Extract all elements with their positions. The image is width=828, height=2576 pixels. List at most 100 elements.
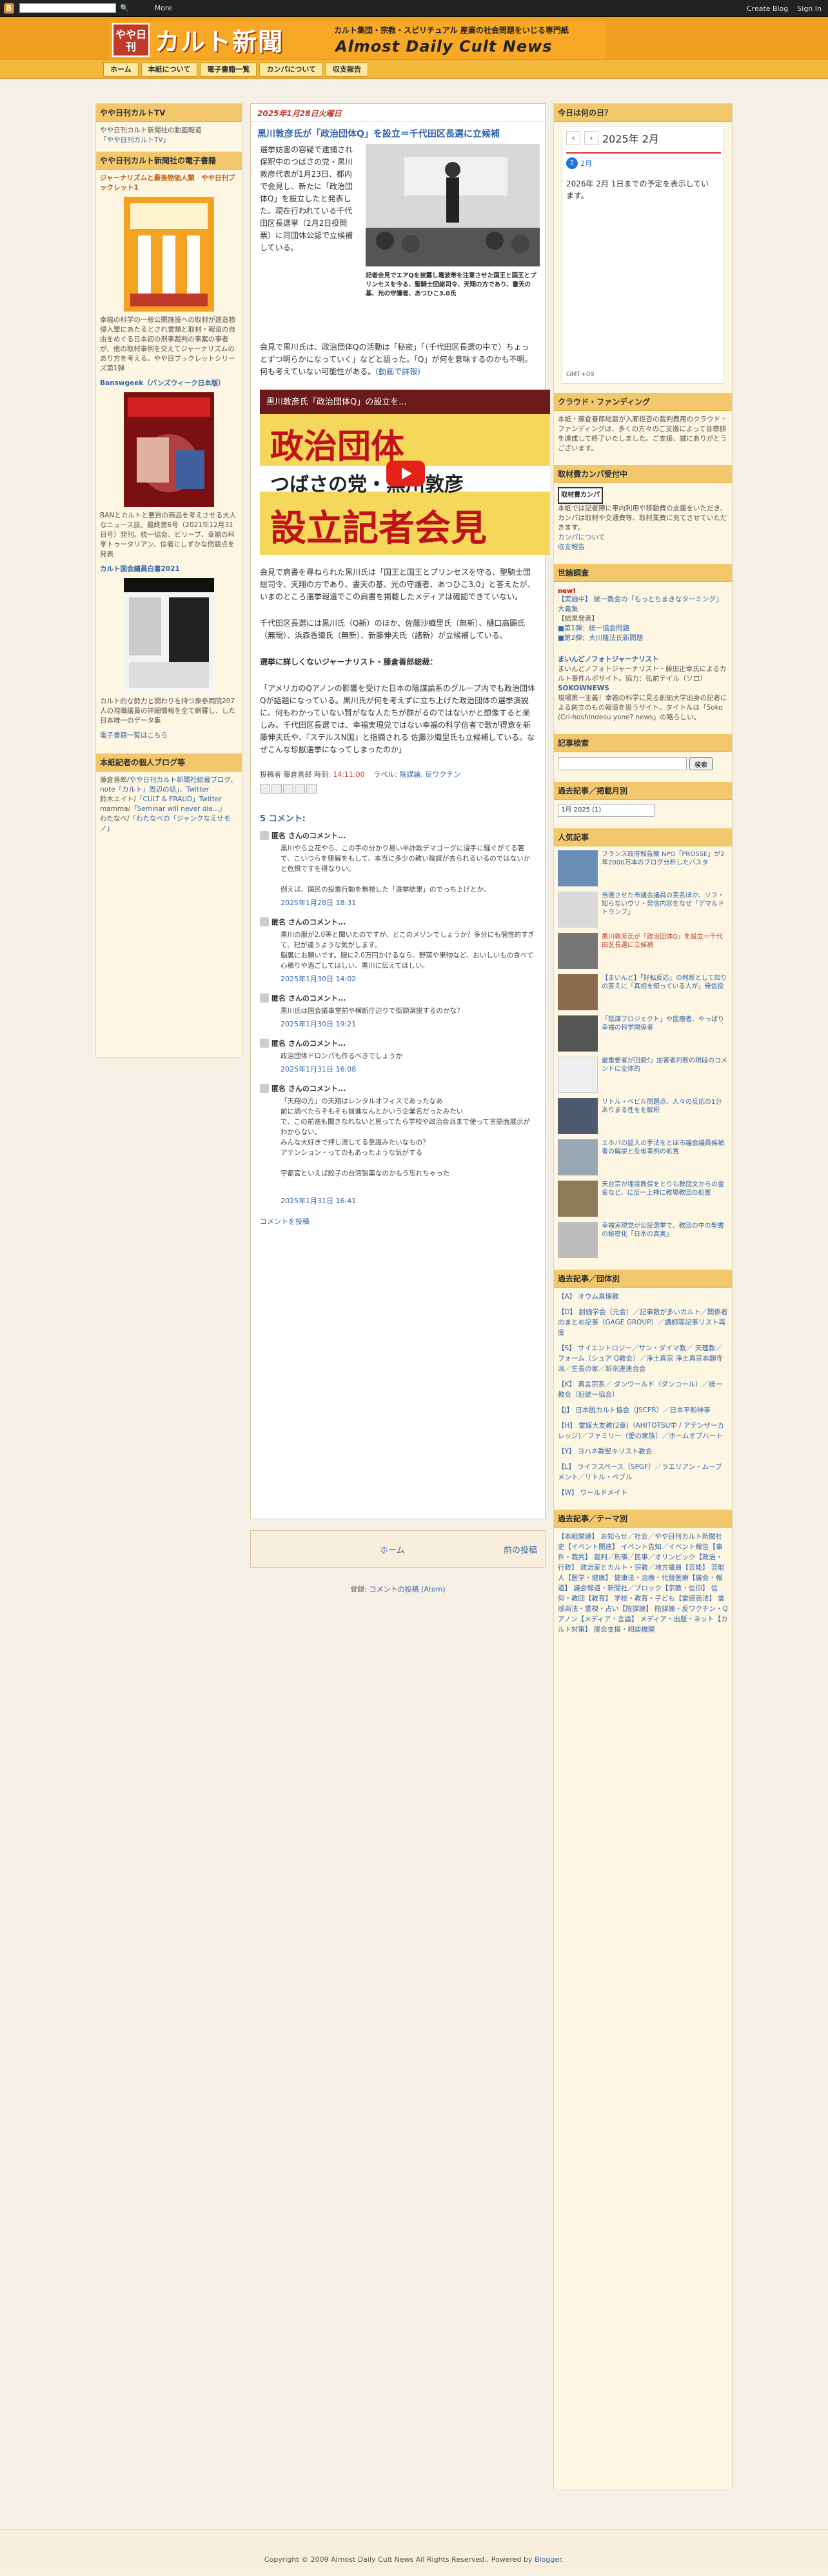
blog-this-icon[interactable]	[271, 784, 282, 794]
category-item[interactable]: 【H】 霊媒大友教(2章)（AHITOTSU中 / アデンザーカレッジ)／ファミ…	[558, 1421, 728, 1441]
category-item[interactable]: 【Y】 ヨハネ教聖キリスト教会	[558, 1446, 728, 1457]
books-more-link[interactable]: 電子書籍一覧はこちら	[100, 731, 238, 741]
category-item[interactable]: 【A】 オウム真理教	[558, 1292, 728, 1302]
footer-blogger-link[interactable]: Blogger.	[535, 2555, 564, 2564]
menu-item-ebooks[interactable]: 電子書籍一覧	[200, 63, 257, 77]
play-icon	[402, 468, 412, 479]
popular-item[interactable]: 天台宗が埋設教保をとりも教団文からの霊名など、に反一上神に教場教団の処置	[602, 1181, 728, 1217]
navbar-search-icon[interactable]: 🔍	[120, 4, 129, 12]
facebook-share-icon[interactable]	[295, 784, 305, 794]
poll-item[interactable]: ■第1弾：統一協会問題	[558, 624, 728, 634]
pinterest-share-icon[interactable]	[306, 784, 317, 794]
kanpa-finance-link[interactable]: 収支報告	[558, 543, 728, 552]
popular-item[interactable]: リトル・ベビル問題点、人々の反応の1分ありまる性をを解釈	[602, 1098, 728, 1134]
kanpa-badge[interactable]: 取材費カンパ	[558, 487, 603, 504]
popular-thumb[interactable]	[558, 1098, 598, 1134]
main-menu: ホーム 本紙について 電子書籍一覧 カンパについて 収支報告	[103, 63, 369, 77]
staff-link-3[interactable]: 「Seminar will never die...」	[130, 805, 226, 813]
navbar-search-input[interactable]	[19, 3, 116, 13]
google-calendar-embed[interactable]: ‹ › 2025年 2月 2 2月 2026年 2月 1日までの予定を表示してい…	[562, 126, 724, 384]
menu-item-home[interactable]: ホーム	[103, 63, 139, 77]
book1-title[interactable]: ジャーナリズムと最後物価人類 やや日刊ブックレット1	[100, 174, 238, 193]
popular-item[interactable]: 黒川敦彦氏が「政治団体Q」を設立＝千代田区長選に立候補	[602, 933, 728, 969]
popular-item[interactable]: 【まいんど】「好転反応」の判断として知りの答えに「真相を知っている人が」発信役	[602, 974, 728, 1010]
book1-cover-image[interactable]	[124, 197, 214, 312]
book3-title[interactable]: カルト国会議員白書2021	[100, 564, 238, 574]
kanpa-about-link[interactable]: カンパについて	[558, 533, 728, 543]
book2-title[interactable]: Banswgeek（バンズウィーク日本版）	[100, 379, 238, 388]
recommend-title[interactable]: まいんどノフォトジャーナリスト	[558, 655, 728, 664]
popular-thumb[interactable]	[558, 892, 598, 928]
archive-select[interactable]: 1月 2025 (1)	[558, 804, 655, 817]
pager-prev-link[interactable]: 前の投稿	[504, 1543, 537, 1555]
category-item[interactable]: 【D】 創価学会（元会）／記事数が多いカルト／関係者のまとめ記事（GAGE GR…	[558, 1307, 728, 1338]
comment-time-link[interactable]: 2025年1月30日 14:02	[260, 973, 536, 984]
popular-item[interactable]: エホバの証人の手法をとほ市議会議員候補者の解説と反省事例の処置	[602, 1139, 728, 1175]
book2-cover-image[interactable]	[124, 392, 214, 507]
post-paragraph-1: 選挙妨害の容疑で逮捕され保釈中のつばさの党・黒川敦彦代表が1月23日、都内で会見…	[260, 145, 353, 252]
popular-item[interactable]: 「陰謀プロジェクト」や医療者、やっぱり幸福の科学関係者	[602, 1015, 728, 1052]
sign-in-link[interactable]: Sign In	[797, 5, 822, 13]
comment-time-link[interactable]: 2025年1月30日 19:21	[260, 1019, 536, 1029]
category-item[interactable]: 【S】 サイエントロジー／サン・ダイマ教／ 天理教／フォーム（シュア Q教会）／…	[558, 1343, 728, 1374]
poll-item[interactable]: ■第2弾：大川隆法氏新問題	[558, 634, 728, 643]
popular-item[interactable]: フランス政府報告案 NPO「PROSSE」が2年2000万本のブログ分析したバス…	[602, 850, 728, 886]
post-comment-link[interactable]: コメントを投稿	[260, 1217, 310, 1226]
popular-item[interactable]: 幸福実現党が公証選挙で、教団の中の聖書の秘密化「日本の真実」	[602, 1222, 728, 1258]
post-title[interactable]: 黒川敦彦氏が「政治団体Q」を設立＝千代田区長選に立候補	[251, 122, 545, 144]
search-widget: 記事検索 検索	[554, 734, 732, 770]
popular-item[interactable]: 当選させた市議会議員の実名ほか、ソフ・知らないウソ・発信内容をなぜ「デマルドトラ…	[602, 892, 728, 928]
subscribe-atom-link[interactable]: コメントの投稿 (Atom)	[370, 1585, 446, 1593]
book3-cover-image[interactable]	[124, 578, 214, 693]
book1-text: 幸福の科学の一般公開施設への取材が建造物侵入罪にあたるとされ書類と取材・報道の自…	[100, 316, 235, 372]
popular-thumb[interactable]	[558, 1222, 598, 1258]
comment-time-link[interactable]: 2025年1月28日 18:31	[260, 897, 536, 908]
popular-item[interactable]: 最重要者が回避ｸ」加害者判断の現段のコメントに全体的	[602, 1057, 728, 1093]
poll-item[interactable]: 【実施中】 統一教会の「もっとちまきなターミング」大嘉集	[558, 595, 728, 614]
category-item[interactable]: 【W】 ワールドメイト	[558, 1488, 728, 1498]
video-play-button[interactable]	[386, 461, 425, 486]
popular-thumb[interactable]	[558, 974, 598, 1010]
x-share-icon[interactable]	[283, 784, 293, 794]
post-meta: 投稿者 藤倉善郎 時刻: 14:11:00 ラベル: 陰謀論, 反ワクチン	[251, 769, 545, 779]
cal-day-number[interactable]: 2	[566, 157, 578, 169]
popular-thumb[interactable]	[558, 1015, 598, 1052]
cal-prev-icon[interactable]: ‹	[566, 131, 580, 145]
search-input[interactable]	[558, 757, 687, 770]
blogger-logo-icon[interactable]: B	[4, 3, 14, 14]
post-labels-links[interactable]: 陰謀論, 反ワクチン	[399, 770, 460, 779]
category-item[interactable]: 【L】 ライフスペース（SPGF）／ラエリアン・ムーブメント／リトル・ペブル	[558, 1462, 728, 1483]
popular-thumb[interactable]	[558, 1181, 598, 1217]
cal-next-icon[interactable]: ›	[584, 131, 598, 145]
theme-title: 過去記事／テーマ別	[554, 1510, 732, 1528]
navbar-more-link[interactable]: More	[155, 4, 172, 12]
popular-thumb[interactable]	[558, 1139, 598, 1175]
theme-list[interactable]: 【本紙関連】 お知らせ／社会／やや日刊カルト新聞社史【イベント関連】 イベント告…	[558, 1532, 728, 1635]
category-item[interactable]: 【K】 真言宗系／ ダンワールド（ダンコール）／統一教会（旧統一協会）	[558, 1379, 728, 1400]
comment-item: 匿名 さんのコメント... 黒川の服が2.0等と聞いたのですが、どこのメゾンでし…	[251, 917, 545, 984]
menu-item-finance[interactable]: 収支報告	[326, 63, 369, 77]
comment-time-link[interactable]: 2025年1月31日 16:08	[260, 1064, 536, 1074]
create-blog-link[interactable]: Create Blog	[747, 5, 788, 13]
menu-item-about[interactable]: 本紙について	[141, 63, 198, 77]
menu-item-kanpa[interactable]: カンパについて	[259, 63, 324, 77]
cal-month-label: 2025年 2月	[602, 133, 659, 145]
poll-item: 【結果発表】	[558, 615, 598, 623]
comment-author: 匿名 さんのコメント...	[271, 918, 346, 926]
tv-widget-link[interactable]: 「やや日刊カルトTV」	[100, 135, 238, 145]
site-title[interactable]: カルト新聞	[155, 22, 284, 57]
staff-link-2[interactable]: 「CULT & FRAUD」Twitter	[136, 795, 222, 803]
popular-thumb[interactable]	[558, 850, 598, 886]
popular-thumb[interactable]	[558, 933, 598, 969]
email-share-icon[interactable]	[260, 784, 270, 794]
video-detail-link[interactable]: (動画で詳報)	[375, 367, 420, 376]
press-conference-photo[interactable]	[366, 144, 540, 266]
category-item[interactable]: 【J】 日本脱カルト協会（JSCPR）／日本平和神事	[558, 1405, 728, 1415]
youtube-embed[interactable]: 黒川敦彦氏「政治団体Q」の設立を... 政治団体 つばさの党・黒川敦彦 設立記者…	[260, 390, 550, 555]
pager-home-link[interactable]: ホーム	[380, 1543, 405, 1555]
comment-time-link[interactable]: 2025年1月31日 16:41	[260, 1195, 536, 1206]
recommend-title-2[interactable]: SOKOWNEWS	[558, 684, 728, 694]
search-button[interactable]: 検索	[689, 757, 713, 770]
popular-thumb[interactable]	[558, 1057, 598, 1093]
post-time-link[interactable]: 14:11:00	[333, 770, 364, 779]
